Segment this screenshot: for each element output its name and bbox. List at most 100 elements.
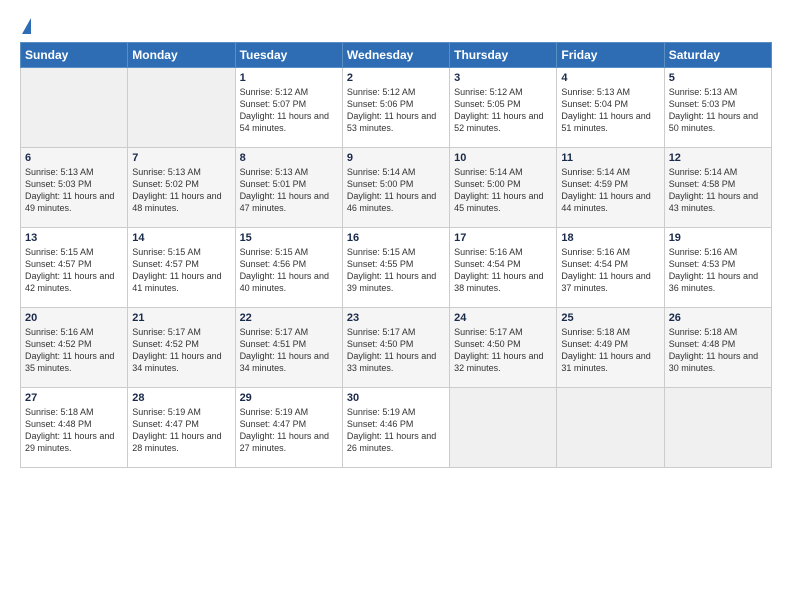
weekday-header-friday: Friday bbox=[557, 43, 664, 68]
day-number: 13 bbox=[25, 232, 123, 244]
day-number: 29 bbox=[240, 392, 338, 404]
day-number: 27 bbox=[25, 392, 123, 404]
day-info: Sunrise: 5:18 AM Sunset: 4:49 PM Dayligh… bbox=[561, 326, 659, 375]
calendar-cell: 28 Sunrise: 5:19 AM Sunset: 4:47 PM Dayli… bbox=[128, 388, 235, 468]
day-number: 6 bbox=[25, 152, 123, 164]
calendar-cell: 8Sunrise: 5:13 AM Sunset: 5:01 PM Daylig… bbox=[235, 148, 342, 228]
calendar-cell: 5 Sunrise: 5:13 AM Sunset: 5:03 PM Daylig… bbox=[664, 68, 771, 148]
calendar-cell: 24Sunrise: 5:17 AM Sunset: 4:50 PM Dayli… bbox=[450, 308, 557, 388]
calendar-week-row: 20Sunrise: 5:16 AM Sunset: 4:52 PM Dayli… bbox=[21, 308, 772, 388]
day-info: Sunrise: 5:19 AM Sunset: 4:47 PM Dayligh… bbox=[240, 406, 338, 455]
day-info: Sunrise: 5:13 AM Sunset: 5:02 PM Dayligh… bbox=[132, 166, 230, 215]
calendar-cell bbox=[557, 388, 664, 468]
day-number: 4 bbox=[561, 72, 659, 84]
day-number: 30 bbox=[347, 392, 445, 404]
day-number: 25 bbox=[561, 312, 659, 324]
day-info: Sunrise: 5:13 AM Sunset: 5:04 PM Dayligh… bbox=[561, 86, 659, 135]
calendar-cell: 23 Sunrise: 5:17 AM Sunset: 4:50 PM Dayli… bbox=[342, 308, 449, 388]
calendar-week-row: 13 Sunrise: 5:15 AM Sunset: 4:57 PM Dayli… bbox=[21, 228, 772, 308]
calendar-cell bbox=[128, 68, 235, 148]
calendar-cell: 21 Sunrise: 5:17 AM Sunset: 4:52 PM Dayli… bbox=[128, 308, 235, 388]
day-number: 14 bbox=[132, 232, 230, 244]
calendar-cell: 3 Sunrise: 5:12 AM Sunset: 5:05 PM Daylig… bbox=[450, 68, 557, 148]
day-number: 19 bbox=[669, 232, 767, 244]
day-info: Sunrise: 5:15 AM Sunset: 4:57 PM Dayligh… bbox=[132, 246, 230, 295]
calendar-cell: 18 Sunrise: 5:16 AM Sunset: 4:54 PM Dayli… bbox=[557, 228, 664, 308]
calendar-cell: 1 Sunrise: 5:12 AM Sunset: 5:07 PM Daylig… bbox=[235, 68, 342, 148]
calendar-week-row: 27 Sunrise: 5:18 AM Sunset: 4:48 PM Dayli… bbox=[21, 388, 772, 468]
day-number: 24 bbox=[454, 312, 552, 324]
logo-triangle-icon bbox=[22, 18, 31, 34]
header bbox=[20, 18, 772, 34]
calendar-cell bbox=[450, 388, 557, 468]
weekday-header-sunday: Sunday bbox=[21, 43, 128, 68]
calendar-cell: 27 Sunrise: 5:18 AM Sunset: 4:48 PM Dayli… bbox=[21, 388, 128, 468]
day-info: Sunrise: 5:15 AM Sunset: 4:56 PM Dayligh… bbox=[240, 246, 338, 295]
calendar-cell: 12 Sunrise: 5:14 AM Sunset: 4:58 PM Dayli… bbox=[664, 148, 771, 228]
day-info: Sunrise: 5:17 AM Sunset: 4:51 PM Dayligh… bbox=[240, 326, 338, 375]
day-number: 26 bbox=[669, 312, 767, 324]
calendar-cell: 22Sunrise: 5:17 AM Sunset: 4:51 PM Dayli… bbox=[235, 308, 342, 388]
day-number: 9 bbox=[347, 152, 445, 164]
calendar-cell: 4 Sunrise: 5:13 AM Sunset: 5:04 PM Daylig… bbox=[557, 68, 664, 148]
day-number: 3 bbox=[454, 72, 552, 84]
calendar-cell: 26 Sunrise: 5:18 AM Sunset: 4:48 PM Dayli… bbox=[664, 308, 771, 388]
calendar-cell: 19 Sunrise: 5:16 AM Sunset: 4:53 PM Dayli… bbox=[664, 228, 771, 308]
day-number: 7 bbox=[132, 152, 230, 164]
day-info: Sunrise: 5:15 AM Sunset: 4:57 PM Dayligh… bbox=[25, 246, 123, 295]
day-info: Sunrise: 5:12 AM Sunset: 5:05 PM Dayligh… bbox=[454, 86, 552, 135]
day-info: Sunrise: 5:14 AM Sunset: 4:59 PM Dayligh… bbox=[561, 166, 659, 215]
day-number: 18 bbox=[561, 232, 659, 244]
weekday-header-row: SundayMondayTuesdayWednesdayThursdayFrid… bbox=[21, 43, 772, 68]
day-info: Sunrise: 5:12 AM Sunset: 5:07 PM Dayligh… bbox=[240, 86, 338, 135]
day-number: 28 bbox=[132, 392, 230, 404]
day-number: 10 bbox=[454, 152, 552, 164]
day-info: Sunrise: 5:18 AM Sunset: 4:48 PM Dayligh… bbox=[25, 406, 123, 455]
day-number: 2 bbox=[347, 72, 445, 84]
calendar-cell: 2 Sunrise: 5:12 AM Sunset: 5:06 PM Daylig… bbox=[342, 68, 449, 148]
day-info: Sunrise: 5:19 AM Sunset: 4:46 PM Dayligh… bbox=[347, 406, 445, 455]
weekday-header-thursday: Thursday bbox=[450, 43, 557, 68]
day-info: Sunrise: 5:14 AM Sunset: 5:00 PM Dayligh… bbox=[454, 166, 552, 215]
calendar-cell: 25 Sunrise: 5:18 AM Sunset: 4:49 PM Dayli… bbox=[557, 308, 664, 388]
calendar-cell: 14 Sunrise: 5:15 AM Sunset: 4:57 PM Dayli… bbox=[128, 228, 235, 308]
calendar-cell: 17 Sunrise: 5:16 AM Sunset: 4:54 PM Dayli… bbox=[450, 228, 557, 308]
weekday-header-saturday: Saturday bbox=[664, 43, 771, 68]
day-info: Sunrise: 5:18 AM Sunset: 4:48 PM Dayligh… bbox=[669, 326, 767, 375]
calendar-week-row: 1 Sunrise: 5:12 AM Sunset: 5:07 PM Daylig… bbox=[21, 68, 772, 148]
day-info: Sunrise: 5:13 AM Sunset: 5:03 PM Dayligh… bbox=[25, 166, 123, 215]
day-info: Sunrise: 5:19 AM Sunset: 4:47 PM Dayligh… bbox=[132, 406, 230, 455]
day-number: 16 bbox=[347, 232, 445, 244]
day-number: 8 bbox=[240, 152, 338, 164]
day-number: 15 bbox=[240, 232, 338, 244]
day-info: Sunrise: 5:13 AM Sunset: 5:03 PM Dayligh… bbox=[669, 86, 767, 135]
day-number: 21 bbox=[132, 312, 230, 324]
day-info: Sunrise: 5:12 AM Sunset: 5:06 PM Dayligh… bbox=[347, 86, 445, 135]
day-info: Sunrise: 5:14 AM Sunset: 5:00 PM Dayligh… bbox=[347, 166, 445, 215]
calendar-cell: 9 Sunrise: 5:14 AM Sunset: 5:00 PM Daylig… bbox=[342, 148, 449, 228]
day-info: Sunrise: 5:14 AM Sunset: 4:58 PM Dayligh… bbox=[669, 166, 767, 215]
weekday-header-monday: Monday bbox=[128, 43, 235, 68]
calendar-cell: 11 Sunrise: 5:14 AM Sunset: 4:59 PM Dayli… bbox=[557, 148, 664, 228]
day-number: 1 bbox=[240, 72, 338, 84]
calendar-cell bbox=[21, 68, 128, 148]
calendar-cell: 20Sunrise: 5:16 AM Sunset: 4:52 PM Dayli… bbox=[21, 308, 128, 388]
calendar-cell bbox=[664, 388, 771, 468]
calendar-cell: 29 Sunrise: 5:19 AM Sunset: 4:47 PM Dayli… bbox=[235, 388, 342, 468]
weekday-header-wednesday: Wednesday bbox=[342, 43, 449, 68]
logo bbox=[20, 18, 31, 34]
day-info: Sunrise: 5:16 AM Sunset: 4:53 PM Dayligh… bbox=[669, 246, 767, 295]
day-info: Sunrise: 5:16 AM Sunset: 4:54 PM Dayligh… bbox=[561, 246, 659, 295]
day-number: 12 bbox=[669, 152, 767, 164]
day-number: 23 bbox=[347, 312, 445, 324]
day-info: Sunrise: 5:17 AM Sunset: 4:50 PM Dayligh… bbox=[347, 326, 445, 375]
day-number: 5 bbox=[669, 72, 767, 84]
calendar-cell: 10 Sunrise: 5:14 AM Sunset: 5:00 PM Dayli… bbox=[450, 148, 557, 228]
calendar-cell: 30 Sunrise: 5:19 AM Sunset: 4:46 PM Dayli… bbox=[342, 388, 449, 468]
day-info: Sunrise: 5:16 AM Sunset: 4:54 PM Dayligh… bbox=[454, 246, 552, 295]
day-number: 17 bbox=[454, 232, 552, 244]
day-number: 20 bbox=[25, 312, 123, 324]
day-number: 11 bbox=[561, 152, 659, 164]
calendar-table: SundayMondayTuesdayWednesdayThursdayFrid… bbox=[20, 42, 772, 468]
day-info: Sunrise: 5:17 AM Sunset: 4:52 PM Dayligh… bbox=[132, 326, 230, 375]
